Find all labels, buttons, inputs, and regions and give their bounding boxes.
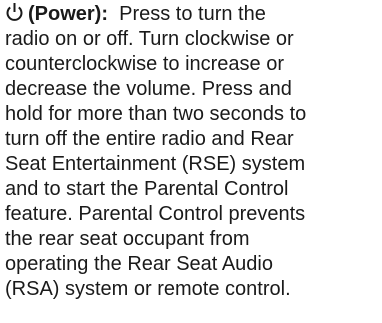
entry-line-11: operating the Rear Seat Audio	[5, 253, 273, 275]
entry-line-10: the rear seat occupant from	[5, 228, 250, 250]
entry-line-12: (RSA) system or remote control.	[5, 278, 291, 300]
entry-line-7: Seat Entertainment (RSE) system	[5, 153, 306, 175]
entry-line-5: hold for more than two seconds to	[5, 103, 307, 125]
entry-line-6: turn off the entire radio and Rear	[5, 128, 294, 150]
entry-line-9: feature. Parental Control prevents	[5, 203, 306, 225]
power-icon	[5, 2, 24, 22]
entry-line-2: radio on or off. Turn clockwise or	[5, 28, 294, 50]
entry-line-1: (Power): Press to turn the	[5, 2, 379, 27]
entry-line-3: counterclockwise to increase or	[5, 53, 285, 75]
entry-text: Press to turn the	[119, 3, 266, 25]
entry-line-4: decrease the volume. Press and	[5, 78, 292, 100]
entry-term: (Power):	[28, 3, 108, 25]
entry-line-8: and to start the Parental Control	[5, 178, 289, 200]
manual-entry-power: (Power): Press to turn the radio on or o…	[5, 2, 379, 302]
